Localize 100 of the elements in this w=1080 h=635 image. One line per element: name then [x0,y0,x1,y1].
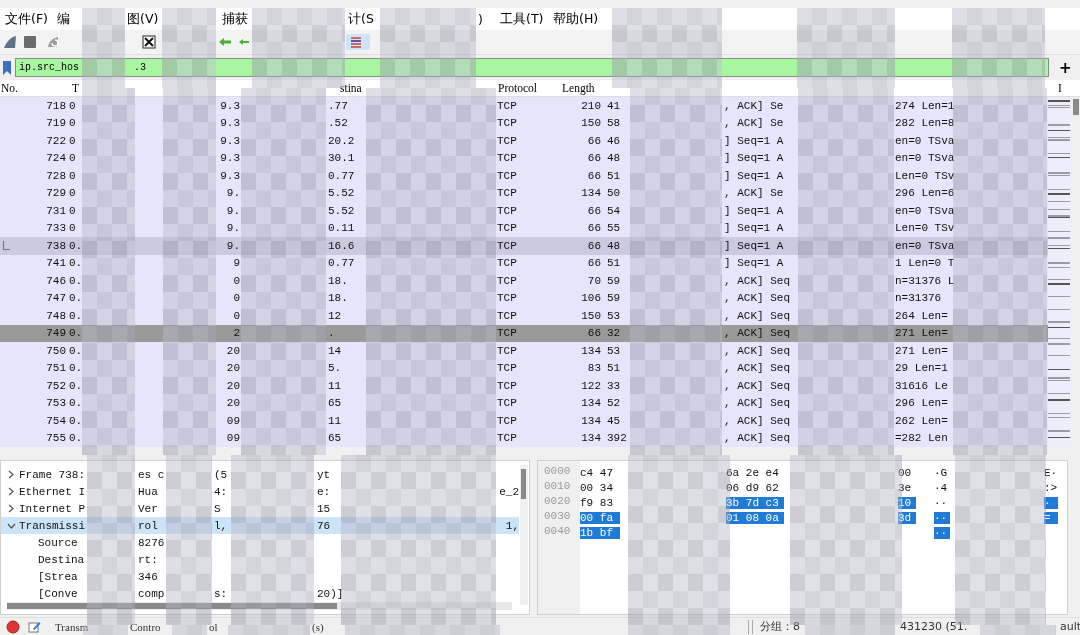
hex-byte[interactable]: ·· [934,526,950,539]
table-cell-text: 134 [580,187,601,200]
menu-item[interactable]: 计(S [348,10,378,28]
menu-item[interactable]: 帮助(H) [553,10,605,28]
chevron-right-icon[interactable] [8,470,14,479]
table-cell-text: 0 [232,309,240,322]
menu-item[interactable]: ) [478,11,486,27]
hex-byte[interactable]: 6a 2e e4 [726,466,784,479]
scrollbar[interactable] [7,602,512,610]
tree-text: 346 [138,570,159,583]
tree-row[interactable]: Ethernet I Hua 4: e: e_2 [1,483,519,500]
table-cell-text: 20.2 [328,134,356,147]
hex-byte[interactable]: 01 08 0a [726,511,784,524]
packet-row[interactable]: 752 0. 20 11 TCP 122 33 , ACK] Seq 31616 Le [0,377,1048,395]
tree-row[interactable]: Transmissi rol l, 76 1, [1,517,519,534]
packet-row[interactable]: 746 0. 0 18. TCP 70 59 , ACK] Seq n=31376 L [0,272,1048,290]
packet-row[interactable]: 754 0. 09 11 TCP 134 45 , ACK] Seq 262 Len= [0,412,1048,430]
menu-item[interactable]: 编 [57,10,72,28]
table-cell-text: 0 [69,152,77,165]
tree-row[interactable]: Frame 738: es c (5 yt [1,466,519,483]
tree-text: es c [138,468,166,481]
hex-byte[interactable]: 10 [898,496,916,509]
bookmark-icon[interactable] [2,59,12,76]
stop-icon[interactable] [23,35,37,49]
table-cell: 0. [69,292,80,305]
table-cell-text: 18. [328,274,349,287]
table-cell-text: 0.11 [328,222,356,235]
packet-row[interactable]: 731 0 9. 5.52 TCP 66 54 ] Seq=1 A en=0 TSva [0,202,1048,220]
arrow-left-icon[interactable] [238,38,250,46]
colorize-button[interactable] [346,34,370,50]
table-cell-text: 50 [607,187,622,200]
table-cell-text: , ACK] Se [724,99,785,112]
packet-row[interactable]: 728 0 9.3 0.77 TCP 66 51 ] Seq=1 A Len=0 TSv [0,167,1048,185]
table-cell-text: 0 [232,274,240,287]
packet-row[interactable]: 748 0. 0 12 TCP 150 53 , ACK] Seq 264 Len= [0,307,1048,325]
hex-byte[interactable]: E· [1044,466,1058,479]
close-file-icon[interactable] [142,35,156,49]
column-header[interactable]: No. [1,82,22,94]
hex-byte[interactable]: = [1044,511,1058,524]
table-cell-text: 0 [69,99,77,112]
hex-byte[interactable]: 3b 7d c3 [726,496,784,509]
table-cell-text: , ACK] Seq [724,274,791,287]
menu-item[interactable]: 图(V) [127,10,162,28]
packet-row[interactable]: 722 0 9.3 20.2 TCP 66 46 ] Seq=1 A en=0 TSva [0,132,1048,150]
packet-row[interactable]: 738 0. 9. 16.6 TCP 66 48 ] Seq=1 A en=0 TSva [0,237,1048,255]
hex-byte[interactable]: c4 47 [580,466,620,479]
column-header[interactable]: Protocol [498,82,556,94]
menu-item[interactable]: 捕获 [222,10,250,28]
hex-byte[interactable]: 00 34 [580,481,620,494]
hex-byte[interactable]: ·G [934,466,950,479]
edit-icon[interactable] [28,620,41,633]
table-cell-text: ] Seq=1 A [724,204,785,217]
hex-byte[interactable]: :> [1044,481,1058,494]
table-cell-text: 58 [607,117,622,130]
tree-row[interactable]: [Conve comp s: 20)] [1,585,519,602]
offset-text: 0040 [543,525,572,539]
packet-row[interactable]: 750 0. 20 14 TCP 134 53 , ACK] Seq 271 Len= [0,342,1048,360]
chevron-down-icon[interactable] [6,522,16,529]
tree-row[interactable]: Destina rt: [1,551,519,568]
tree-row[interactable]: Source 8276 [1,534,519,551]
hex-byte[interactable]: 1b bf [580,526,620,539]
table-cell-text: 746 [45,274,66,287]
hex-byte[interactable]: ·4 [934,481,950,494]
tree-row[interactable]: [Strea 346 [1,568,519,585]
table-cell: 0. [69,397,80,410]
scrollbar[interactable] [520,465,528,605]
hex-byte[interactable]: 00 fa [580,511,620,524]
hex-byte[interactable]: · [1044,496,1058,509]
menu-item[interactable]: 工具(T) [500,10,550,28]
hex-byte[interactable]: ·· [934,496,950,509]
hex-byte[interactable]: 00 [898,466,916,479]
add-filter-button[interactable]: + [1055,58,1076,77]
menu-item[interactable]: 文件(F) [5,10,50,28]
tree-row[interactable]: Internet P Ver S 15 [1,500,519,517]
tree-text: 1, [504,519,519,532]
table-cell: en=0 TSva [895,152,952,165]
hex-byte[interactable]: 06 d9 62 [726,481,784,494]
table-cell-text: 262 Len= [895,414,949,427]
filter-field[interactable]: ip.src_hos .3 [15,58,1049,77]
packet-row[interactable]: 718 0 9.3 .77 TCP 210 41 , ACK] Se 274 Len=1 [0,97,1048,115]
hex-byte[interactable]: 3d [898,511,916,524]
chevron-right-icon[interactable] [8,504,14,513]
record-icon[interactable] [6,619,20,634]
restart-icon[interactable] [46,35,60,49]
arrow-left-icon[interactable] [218,37,232,47]
hex-byte[interactable]: 3e [898,481,916,494]
hex-byte[interactable]: f9 83 [580,496,620,509]
hex-byte[interactable]: ·· [934,511,950,524]
table-cell: 274 Len=1 [895,99,952,112]
chevron-right-icon[interactable] [8,487,14,496]
column-header[interactable]: Length [562,82,604,94]
table-cell-text: 66 [586,327,601,340]
table-cell-text: 09 [225,432,240,445]
shark-fin-icon[interactable] [3,35,17,49]
column-header[interactable]: I [1058,82,1068,94]
column-header[interactable]: T [72,82,80,94]
column-header[interactable]: stina [340,82,368,94]
tree-text: e: [317,485,332,498]
table-cell-text: 51 [607,257,622,270]
offset-text: 0000 [543,465,572,479]
